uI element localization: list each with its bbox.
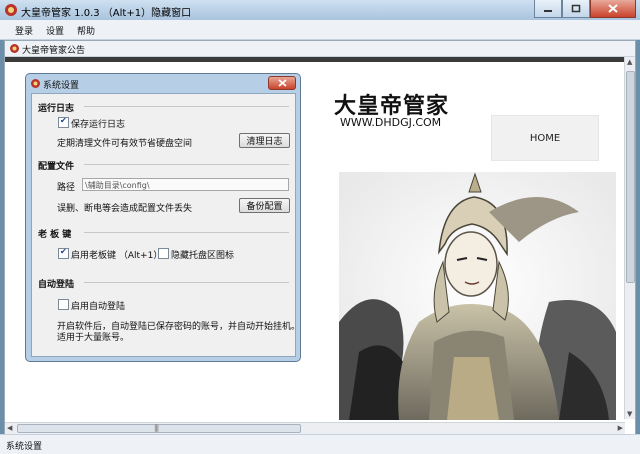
maximize-button[interactable] bbox=[562, 0, 590, 18]
clear-log-label: 清理日志 bbox=[246, 137, 283, 147]
app-logo-icon bbox=[5, 4, 17, 16]
window-title: 大皇帝管家 1.0.3 （Alt+1）隐藏窗口 bbox=[21, 8, 192, 19]
vertical-scroll-thumb[interactable] bbox=[626, 71, 635, 283]
dialog-body: 运行日志 保存运行日志 定期清理文件可有效节省硬盘空间 清理日志 配置文件 路径… bbox=[31, 93, 300, 357]
log-section-heading: 运行日志 bbox=[38, 104, 75, 114]
config-section-heading: 配置文件 bbox=[38, 162, 75, 172]
dialog-title: 系统设置 bbox=[43, 81, 80, 91]
config-hint: 误删、断电等会造成配置文件丢失 bbox=[57, 204, 193, 214]
vertical-scrollbar[interactable]: ▲ ▼ bbox=[624, 57, 635, 419]
dialog-app-icon bbox=[31, 79, 40, 88]
path-label: 路径 bbox=[57, 183, 76, 193]
notice-label: 大皇帝管家公告 bbox=[22, 46, 86, 56]
title-bar[interactable]: 大皇帝管家 1.0.3 （Alt+1）隐藏窗口 bbox=[0, 0, 640, 21]
menu-settings[interactable]: 设置 bbox=[46, 24, 64, 37]
bosskey-label[interactable]: 启用老板键 （Alt+1） bbox=[71, 248, 162, 261]
settings-dialog: 系统设置 运行日志 保存运行日志 定期清理文件可有效节省硬盘空间 清理日志 配置… bbox=[25, 73, 301, 362]
config-path-field[interactable]: \辅助目录\config\ bbox=[82, 178, 289, 191]
close-icon bbox=[608, 4, 618, 13]
section-divider bbox=[84, 282, 289, 283]
minimize-icon bbox=[544, 9, 552, 12]
close-icon bbox=[277, 79, 287, 87]
autologin-desc-line2: 适用于大量账号。 bbox=[57, 333, 130, 343]
bosskey-section-heading: 老 板 键 bbox=[38, 230, 72, 240]
autologin-label[interactable]: 启用自动登陆 bbox=[71, 299, 125, 312]
notice-icon bbox=[10, 44, 19, 53]
brand-url[interactable]: WWW.DHDGJ.COM bbox=[340, 116, 441, 129]
autologin-checkbox[interactable] bbox=[58, 299, 69, 310]
close-button[interactable] bbox=[590, 0, 636, 18]
dialog-close-button[interactable] bbox=[268, 76, 296, 90]
minimize-button[interactable] bbox=[534, 0, 562, 18]
notice-header: 大皇帝管家公告 bbox=[5, 41, 635, 57]
log-hint: 定期清理文件可有效节省硬盘空间 bbox=[57, 139, 193, 149]
scroll-grip-icon: ||| bbox=[154, 424, 159, 432]
section-divider bbox=[84, 232, 289, 233]
section-divider bbox=[84, 164, 289, 165]
status-text: 系统设置 bbox=[6, 442, 43, 452]
horizontal-scroll-thumb[interactable] bbox=[17, 424, 301, 433]
menu-bar: 登录 设置 帮助 bbox=[0, 20, 640, 40]
hide-tray-checkbox[interactable] bbox=[158, 248, 169, 259]
bosskey-checkbox[interactable] bbox=[58, 247, 69, 259]
warrior-hero-image bbox=[339, 172, 616, 420]
backup-config-label: 备份配置 bbox=[246, 202, 283, 212]
main-window: 大皇帝管家 1.0.3 （Alt+1）隐藏窗口 登录 设置 帮助 大皇帝管家公告 bbox=[0, 0, 640, 454]
scroll-up-icon[interactable]: ▲ bbox=[627, 58, 632, 66]
menu-help[interactable]: 帮助 bbox=[77, 24, 95, 37]
home-label: HOME bbox=[529, 132, 561, 144]
horizontal-scrollbar[interactable]: ◀ ||| ▶ bbox=[5, 422, 625, 434]
autologin-section-heading: 自动登陆 bbox=[38, 280, 75, 290]
save-log-label[interactable]: 保存运行日志 bbox=[71, 117, 125, 130]
config-path-value: \辅助目录\config\ bbox=[85, 181, 150, 190]
scroll-down-icon[interactable]: ▼ bbox=[627, 410, 632, 418]
save-log-checkbox[interactable] bbox=[58, 116, 69, 128]
notice-divider bbox=[5, 57, 625, 62]
section-divider bbox=[84, 106, 289, 107]
hide-tray-label[interactable]: 隐藏托盘区图标 bbox=[171, 248, 234, 261]
backup-config-button[interactable]: 备份配置 bbox=[239, 198, 290, 213]
scroll-right-icon[interactable]: ▶ bbox=[618, 424, 623, 432]
clear-log-button[interactable]: 清理日志 bbox=[239, 133, 290, 148]
home-link[interactable]: HOME bbox=[491, 115, 599, 161]
maximize-icon bbox=[571, 4, 581, 13]
scroll-left-icon[interactable]: ◀ bbox=[7, 424, 12, 432]
status-bar: 系统设置 bbox=[0, 434, 640, 454]
menu-login[interactable]: 登录 bbox=[15, 24, 33, 37]
